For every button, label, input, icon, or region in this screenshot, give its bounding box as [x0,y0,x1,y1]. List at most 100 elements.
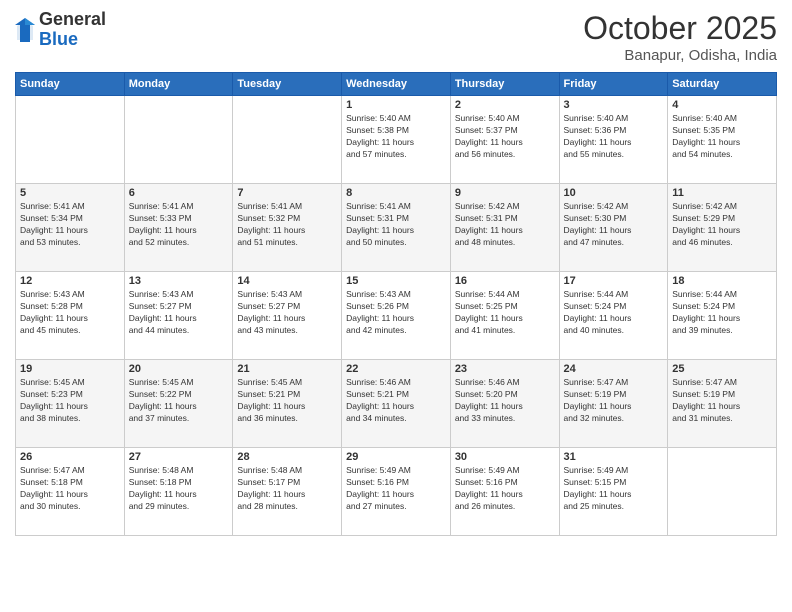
week-row-2: 5 Sunrise: 5:41 AM Sunset: 5:34 PM Daylig… [16,184,777,272]
cell-content: Sunrise: 5:43 AM Sunset: 5:27 PM Dayligh… [237,289,337,337]
table-row: 28 Sunrise: 5:48 AM Sunset: 5:17 PM Dayli… [233,448,342,536]
cell-content: Sunrise: 5:49 AM Sunset: 5:15 PM Dayligh… [564,465,664,513]
cell-content: Sunrise: 5:46 AM Sunset: 5:21 PM Dayligh… [346,377,446,425]
cell-content: Sunrise: 5:41 AM Sunset: 5:34 PM Dayligh… [20,201,120,249]
day-number: 15 [346,275,446,287]
cell-content: Sunrise: 5:49 AM Sunset: 5:16 PM Dayligh… [455,465,555,513]
table-row: 5 Sunrise: 5:41 AM Sunset: 5:34 PM Daylig… [16,184,125,272]
day-number: 24 [564,363,664,375]
table-row: 7Sunrise: 5:41 AM Sunset: 5:32 PM Daylig… [233,184,342,272]
cell-content: Sunrise: 5:43 AM Sunset: 5:28 PM Dayligh… [20,289,120,337]
month-title: October 2025 [583,10,777,47]
col-tuesday: Tuesday [233,73,342,96]
table-row: 16 Sunrise: 5:44 AM Sunset: 5:25 PM Dayli… [450,272,559,360]
table-row: 23 Sunrise: 5:46 AM Sunset: 5:20 PM Dayli… [450,360,559,448]
day-number: 26 [20,451,120,463]
week-row-3: 12 Sunrise: 5:43 AM Sunset: 5:28 PM Dayli… [16,272,777,360]
table-row: 1 Sunrise: 5:40 AM Sunset: 5:38 PM Daylig… [342,96,451,184]
cell-content: Sunrise: 5:43 AM Sunset: 5:26 PM Dayligh… [346,289,446,337]
table-row: 19Sunrise: 5:45 AM Sunset: 5:23 PM Dayli… [16,360,125,448]
day-number: 27 [129,451,229,463]
table-row: 8 Sunrise: 5:41 AM Sunset: 5:31 PM Daylig… [342,184,451,272]
day-number: 18 [672,275,772,287]
day-number: 8 [346,187,446,199]
header: General Blue October 2025 Banapur, Odish… [15,10,777,64]
page: General Blue October 2025 Banapur, Odish… [0,0,792,612]
table-row: 20Sunrise: 5:45 AM Sunset: 5:22 PM Dayli… [124,360,233,448]
day-number: 16 [455,275,555,287]
day-number: 25 [672,363,772,375]
day-number: 13 [129,275,229,287]
col-friday: Friday [559,73,668,96]
day-number: 21 [237,363,337,375]
cell-content: Sunrise: 5:44 AM Sunset: 5:24 PM Dayligh… [672,289,772,337]
cell-content: Sunrise: 5:40 AM Sunset: 5:36 PM Dayligh… [564,113,664,161]
cell-content: Sunrise: 5:40 AM Sunset: 5:38 PM Dayligh… [346,113,446,161]
week-row-1: 1 Sunrise: 5:40 AM Sunset: 5:38 PM Daylig… [16,96,777,184]
table-row: 18 Sunrise: 5:44 AM Sunset: 5:24 PM Dayli… [668,272,777,360]
cell-content: Sunrise: 5:44 AM Sunset: 5:24 PM Dayligh… [564,289,664,337]
table-row: 4Sunrise: 5:40 AM Sunset: 5:35 PM Daylig… [668,96,777,184]
week-row-5: 26Sunrise: 5:47 AM Sunset: 5:18 PM Dayli… [16,448,777,536]
col-thursday: Thursday [450,73,559,96]
day-number: 12 [20,275,120,287]
table-row: 30 Sunrise: 5:49 AM Sunset: 5:16 PM Dayli… [450,448,559,536]
day-number: 4 [672,99,772,111]
table-row [124,96,233,184]
table-row: 17Sunrise: 5:44 AM Sunset: 5:24 PM Dayli… [559,272,668,360]
cell-content: Sunrise: 5:41 AM Sunset: 5:31 PM Dayligh… [346,201,446,249]
col-saturday: Saturday [668,73,777,96]
calendar: Sunday Monday Tuesday Wednesday Thursday… [15,72,777,536]
table-row: 11 Sunrise: 5:42 AM Sunset: 5:29 PM Dayli… [668,184,777,272]
cell-content: Sunrise: 5:42 AM Sunset: 5:30 PM Dayligh… [564,201,664,249]
cell-content: Sunrise: 5:47 AM Sunset: 5:19 PM Dayligh… [564,377,664,425]
cell-content: Sunrise: 5:42 AM Sunset: 5:29 PM Dayligh… [672,201,772,249]
cell-content: Sunrise: 5:46 AM Sunset: 5:20 PM Dayligh… [455,377,555,425]
day-number: 6 [129,187,229,199]
day-number: 5 [20,187,120,199]
day-number: 11 [672,187,772,199]
logo-text: General Blue [39,10,106,50]
cell-content: Sunrise: 5:44 AM Sunset: 5:25 PM Dayligh… [455,289,555,337]
cell-content: Sunrise: 5:40 AM Sunset: 5:37 PM Dayligh… [455,113,555,161]
logo-icon [15,18,35,42]
table-row: 24 Sunrise: 5:47 AM Sunset: 5:19 PM Dayli… [559,360,668,448]
cell-content: Sunrise: 5:45 AM Sunset: 5:21 PM Dayligh… [237,377,337,425]
table-row [233,96,342,184]
cell-content: Sunrise: 5:48 AM Sunset: 5:18 PM Dayligh… [129,465,229,513]
day-number: 9 [455,187,555,199]
table-row: 31 Sunrise: 5:49 AM Sunset: 5:15 PM Dayli… [559,448,668,536]
table-row: 14Sunrise: 5:43 AM Sunset: 5:27 PM Dayli… [233,272,342,360]
day-number: 31 [564,451,664,463]
day-number: 30 [455,451,555,463]
table-row: 27 Sunrise: 5:48 AM Sunset: 5:18 PM Dayli… [124,448,233,536]
cell-content: Sunrise: 5:48 AM Sunset: 5:17 PM Dayligh… [237,465,337,513]
day-number: 22 [346,363,446,375]
logo: General Blue [15,10,106,50]
week-row-4: 19Sunrise: 5:45 AM Sunset: 5:23 PM Dayli… [16,360,777,448]
table-row: 21 Sunrise: 5:45 AM Sunset: 5:21 PM Dayli… [233,360,342,448]
day-number: 19 [20,363,120,375]
table-row [16,96,125,184]
table-row: 9Sunrise: 5:42 AM Sunset: 5:31 PM Daylig… [450,184,559,272]
day-number: 7 [237,187,337,199]
day-number: 1 [346,99,446,111]
day-number: 3 [564,99,664,111]
day-number: 28 [237,451,337,463]
day-number: 29 [346,451,446,463]
table-row: 12 Sunrise: 5:43 AM Sunset: 5:28 PM Dayli… [16,272,125,360]
table-row: 29 Sunrise: 5:49 AM Sunset: 5:16 PM Dayli… [342,448,451,536]
cell-content: Sunrise: 5:47 AM Sunset: 5:19 PM Dayligh… [672,377,772,425]
col-sunday: Sunday [16,73,125,96]
cell-content: Sunrise: 5:49 AM Sunset: 5:16 PM Dayligh… [346,465,446,513]
table-row: 2Sunrise: 5:40 AM Sunset: 5:37 PM Daylig… [450,96,559,184]
cell-content: Sunrise: 5:41 AM Sunset: 5:33 PM Dayligh… [129,201,229,249]
day-number: 23 [455,363,555,375]
table-row: 13Sunrise: 5:43 AM Sunset: 5:27 PM Dayli… [124,272,233,360]
day-number: 10 [564,187,664,199]
title-block: October 2025 Banapur, Odisha, India [583,10,777,64]
col-monday: Monday [124,73,233,96]
logo-blue-text: Blue [39,29,78,49]
logo-general-text: General [39,9,106,29]
table-row: 15 Sunrise: 5:43 AM Sunset: 5:26 PM Dayli… [342,272,451,360]
